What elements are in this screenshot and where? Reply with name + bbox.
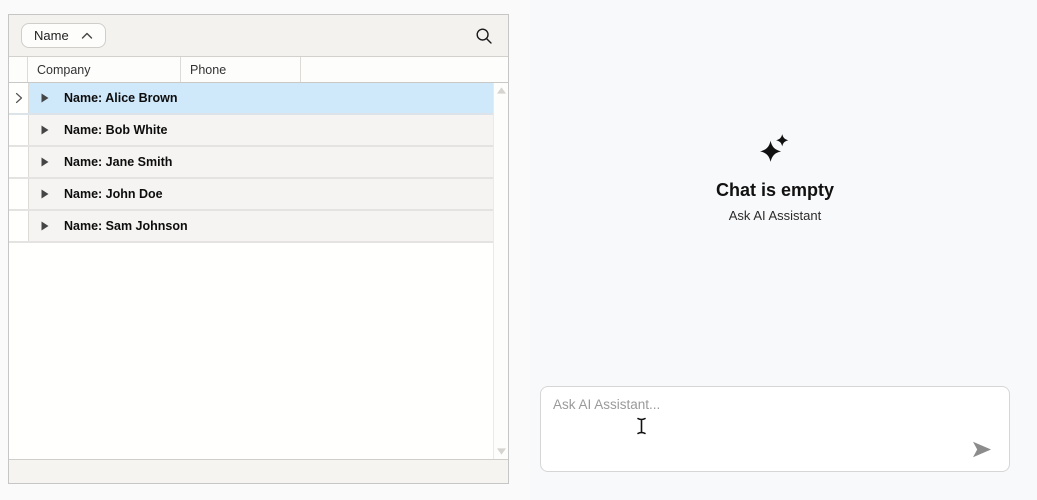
group-row-bob-white[interactable]: Name: Bob White (9, 115, 493, 147)
sort-by-button[interactable]: Name (21, 23, 106, 48)
grid-header-row: Company Phone (9, 57, 508, 83)
chat-empty-subtitle: Ask AI Assistant (540, 208, 1010, 223)
chat-input-field[interactable] (541, 387, 1009, 471)
expand-triangle-icon[interactable] (41, 221, 49, 231)
vertical-scrollbar[interactable] (493, 83, 508, 459)
group-row-sam-johnson[interactable]: Name: Sam Johnson (9, 211, 493, 243)
expand-triangle-icon[interactable] (41, 189, 49, 199)
expand-triangle-icon[interactable] (41, 157, 49, 167)
chat-empty-state: Chat is empty Ask AI Assistant (540, 133, 1010, 223)
group-row-label: Name: Alice Brown (64, 91, 177, 105)
group-row-label: Name: Bob White (64, 123, 167, 137)
expand-triangle-icon[interactable] (41, 125, 49, 135)
sort-field-label: Name (34, 28, 69, 43)
header-filler (301, 57, 508, 82)
search-icon[interactable] (472, 24, 496, 48)
group-row-label: Name: Jane Smith (64, 155, 172, 169)
data-grid: Company Phone Name: Alice Brown (9, 57, 508, 483)
header-row-indicator (9, 57, 28, 82)
chat-empty-title: Chat is empty (540, 180, 1010, 201)
grid-toolbar: Name (9, 15, 508, 57)
chat-input-box (540, 386, 1010, 472)
chevron-up-icon (81, 32, 93, 40)
header-company[interactable]: Company (28, 57, 181, 82)
contacts-grid-panel: Name Company Phone (8, 14, 509, 484)
group-row-label: Name: Sam Johnson (64, 219, 188, 233)
header-phone[interactable]: Phone (181, 57, 301, 82)
sparkles-icon (758, 133, 792, 168)
scroll-up-icon[interactable] (497, 87, 506, 94)
scroll-down-icon[interactable] (497, 448, 506, 455)
group-row-john-doe[interactable]: Name: John Doe (9, 179, 493, 211)
expand-triangle-icon[interactable] (41, 93, 49, 103)
ai-chat-panel: Chat is empty Ask AI Assistant (530, 0, 1037, 500)
focused-row-indicator (9, 83, 29, 113)
group-row-label: Name: John Doe (64, 187, 163, 201)
group-row-jane-smith[interactable]: Name: Jane Smith (9, 147, 493, 179)
grid-status-bar (9, 459, 508, 483)
group-row-alice-brown[interactable]: Name: Alice Brown (9, 83, 493, 115)
chevron-right-icon (15, 92, 23, 104)
send-icon[interactable] (971, 439, 993, 459)
grid-body: Name: Alice Brown Name: Bob White (9, 83, 508, 459)
